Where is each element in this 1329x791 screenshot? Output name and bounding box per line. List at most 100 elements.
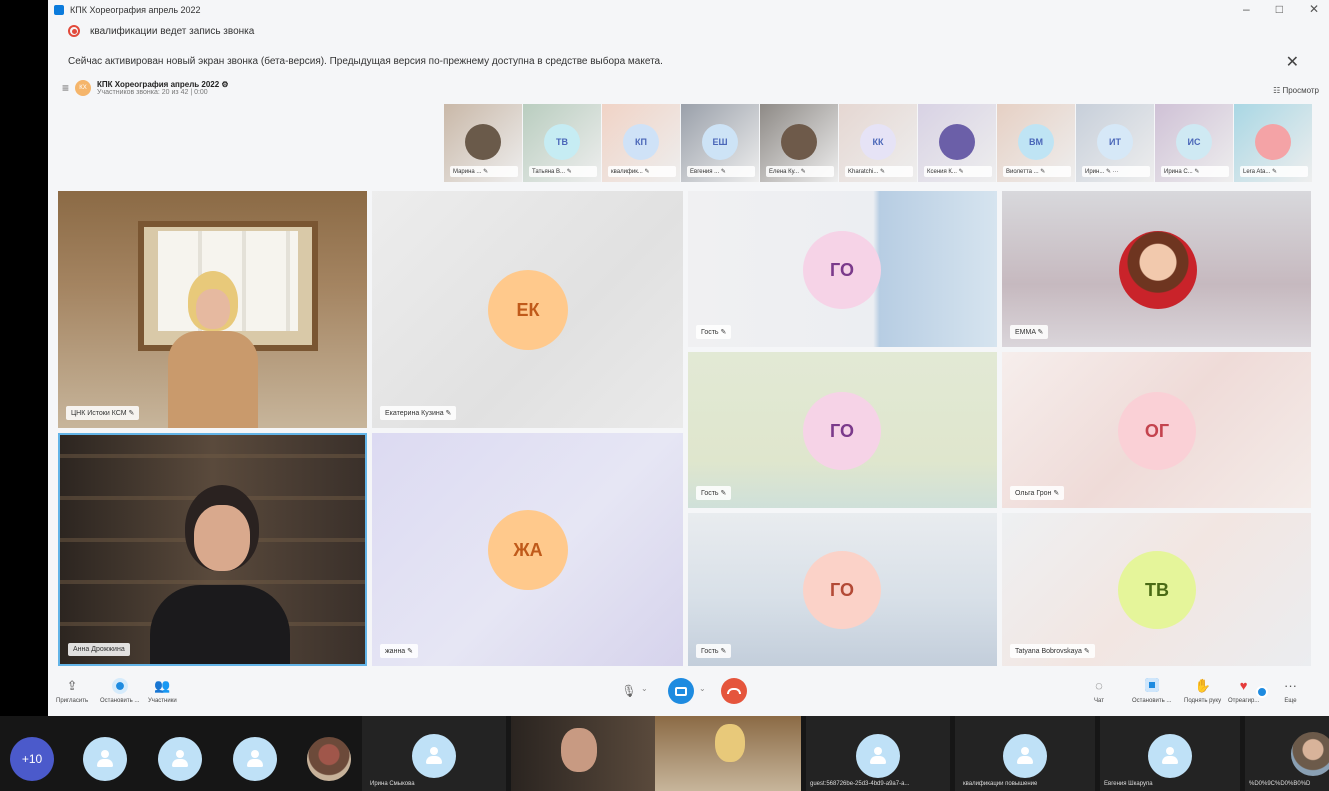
recording-text: квалификации ведет запись звонка xyxy=(90,25,255,37)
participant-avatar xyxy=(412,734,456,778)
avatar-initials: КП xyxy=(623,124,659,160)
participant-name: ЦНК Истоки КСМ ✎ xyxy=(66,406,140,420)
participant-avatar[interactable] xyxy=(83,737,127,781)
participant-avatar[interactable] xyxy=(158,737,202,781)
participants-label: Участники xyxy=(148,698,177,704)
participant-thumbnail[interactable]: ВМ Виолетта ... ✎ xyxy=(997,104,1075,182)
participant-thumbnail[interactable]: Марина ... ✎ xyxy=(444,104,522,182)
stop-recording-button[interactable]: Остановить ... xyxy=(1132,678,1171,704)
more-button[interactable]: ··· Еще xyxy=(1284,678,1297,704)
video-thumb-istoki[interactable] xyxy=(655,716,801,791)
profile-photo xyxy=(781,124,817,160)
participant-name: Евгения ... ✎ xyxy=(687,166,755,177)
profile-photo xyxy=(1255,124,1291,160)
chat-button[interactable]: ◌ Чат xyxy=(1094,678,1104,704)
participant-avatar xyxy=(1003,734,1047,778)
participant-avatar[interactable] xyxy=(233,737,277,781)
participant-tile[interactable]: квалификации повышение xyxy=(955,716,1095,791)
avatar-initials: ТВ xyxy=(1118,551,1196,629)
video-tile-istoki[interactable]: ЦНК Истоки КСМ ✎ xyxy=(58,191,367,428)
participant-thumbnail[interactable]: ИТ Ирин... ✎ ··· xyxy=(1076,104,1154,182)
participant-photo[interactable] xyxy=(307,737,351,781)
participant-thumbnail[interactable]: Lera Ata... ✎ xyxy=(1234,104,1312,182)
notice-text: Сейчас активирован новый экран звонка (б… xyxy=(68,56,663,67)
participant-photo xyxy=(1291,732,1329,776)
user-icon xyxy=(171,750,189,768)
participant-tile[interactable]: Евгения Шкарупа xyxy=(1100,716,1240,791)
notice-close-button[interactable]: ✕ xyxy=(1286,52,1299,72)
video-tile-guest-1[interactable]: ГО Гость ✎ xyxy=(688,191,997,347)
react-label: Отреагир... xyxy=(1228,698,1260,704)
call-controls-bar: ⇪ Пригласить Остановить ... 👥 Участники … xyxy=(48,672,1329,716)
maximize-button[interactable]: □ xyxy=(1276,2,1283,16)
face-shape xyxy=(715,724,745,762)
person-figure xyxy=(168,271,258,428)
participant-name: EMMA ✎ xyxy=(1010,325,1049,339)
participant-name: Ольга Грон ✎ xyxy=(1010,486,1065,500)
video-tile-zhanna[interactable]: ЖА жанна ✎ xyxy=(372,433,683,666)
participant-tile[interactable]: %D0%9C%D0%B0%D xyxy=(1245,716,1329,791)
video-tile-olga[interactable]: ОГ Ольга Грон ✎ xyxy=(1002,352,1311,508)
participant-name: guest:568726be-25d3-4bd9-a9a7-a... xyxy=(810,781,910,787)
participant-name: Lera Ata... ✎ xyxy=(1240,166,1308,177)
mic-toggle[interactable]: 🎙 xyxy=(618,680,640,702)
close-window-button[interactable]: ✕ xyxy=(1309,2,1319,16)
video-tile-guest-2[interactable]: ГО Гость ✎ xyxy=(688,352,997,508)
avatar-initials: ГО xyxy=(803,231,881,309)
react-button[interactable]: ♥ Отреагир... xyxy=(1228,678,1259,704)
participant-tile[interactable]: Ирина Смыкова xyxy=(362,716,506,791)
participant-name: Гость ✎ xyxy=(696,644,732,658)
participant-thumbnail[interactable]: КК Kharatchi... ✎ xyxy=(839,104,917,182)
video-tile-tatyana[interactable]: ТВ Tatyana Bobrovskaya ✎ xyxy=(1002,513,1311,666)
participants-icon: 👥 xyxy=(154,678,171,693)
title-bar: КПК Хореография апрель 2022 – □ ✕ xyxy=(48,0,1329,20)
participant-name: квалификации повышение xyxy=(963,781,1038,787)
camera-icon xyxy=(675,686,687,696)
participant-name: Ирина С... ✎ xyxy=(1161,166,1229,177)
menu-icon[interactable]: ≡ xyxy=(62,81,69,95)
participant-thumbnail[interactable]: Елена Ку... ✎ xyxy=(760,104,838,182)
participant-thumbnail[interactable]: ЕШ Евгения ... ✎ xyxy=(681,104,759,182)
video-tile-guest-3[interactable]: ГО Гость ✎ xyxy=(688,513,997,666)
camera-button[interactable] xyxy=(668,678,694,704)
invite-button[interactable]: ⇪ Пригласить xyxy=(56,678,88,704)
participant-thumbnail[interactable]: КП квалифик... ✎ xyxy=(602,104,680,182)
participant-name: Kharatchi... ✎ xyxy=(845,166,913,177)
stop-sharing-button[interactable]: Остановить ... xyxy=(100,678,139,704)
hand-icon: ✋ xyxy=(1194,678,1211,693)
participants-bar: +10 Ирина Смыкова guest:568726be-25d3-4b… xyxy=(0,716,1329,791)
stop-icon xyxy=(1144,678,1159,698)
call-header: ≡ КХ КПК Хореография апрель 2022 ⚙ Участ… xyxy=(62,80,229,96)
participant-name: Ирин... ✎ ··· xyxy=(1082,166,1150,177)
video-tile-emma[interactable]: EMMA ✎ xyxy=(1002,191,1311,347)
participant-tile[interactable]: guest:568726be-25d3-4bd9-a9a7-a... xyxy=(806,716,950,791)
mic-options-chevron[interactable]: ⌄ xyxy=(641,684,648,693)
stop2-label: Остановить ... xyxy=(1132,698,1172,704)
camera-options-chevron[interactable]: ⌄ xyxy=(699,684,706,693)
view-button[interactable]: ☷ Просмотр xyxy=(1273,86,1319,95)
broadcast-icon xyxy=(111,678,128,698)
user-icon xyxy=(869,747,887,765)
raise-hand-button[interactable]: ✋ Поднять руку xyxy=(1184,678,1221,704)
minimize-button[interactable]: – xyxy=(1243,2,1250,16)
call-subtitle: Участников звонка: 20 из 42 | 0:00 xyxy=(97,89,208,96)
participant-thumbnail[interactable]: ИС Ирина С... ✎ xyxy=(1155,104,1233,182)
participant-thumbnail[interactable]: Ксения К... ✎ xyxy=(918,104,996,182)
avatar-initials: ГО xyxy=(803,392,881,470)
call-title[interactable]: КПК Хореография апрель 2022 ⚙ xyxy=(97,80,229,89)
participant-thumbnail[interactable]: ТВ Татьяна В... ✎ xyxy=(523,104,601,182)
participants-button[interactable]: 👥 Участники xyxy=(148,678,177,704)
end-call-button[interactable] xyxy=(721,678,747,704)
stop-label: Остановить ... xyxy=(100,698,140,704)
avatar-initials: ОГ xyxy=(1118,392,1196,470)
avatar-initials: ЖА xyxy=(488,510,568,590)
chat-label: Чат xyxy=(1094,698,1104,704)
participant-name: жанна ✎ xyxy=(380,644,419,658)
video-thumb-self[interactable] xyxy=(511,716,655,791)
participant-name: Анна Дрожжина xyxy=(68,643,130,656)
video-tile-ek[interactable]: ЕК Екатерина Кузина ✎ xyxy=(372,191,683,428)
user-icon xyxy=(1016,747,1034,765)
more-participants-badge[interactable]: +10 xyxy=(10,737,54,781)
video-tile-anna[interactable]: Анна Дрожжина xyxy=(58,433,367,666)
profile-photo xyxy=(465,124,501,160)
